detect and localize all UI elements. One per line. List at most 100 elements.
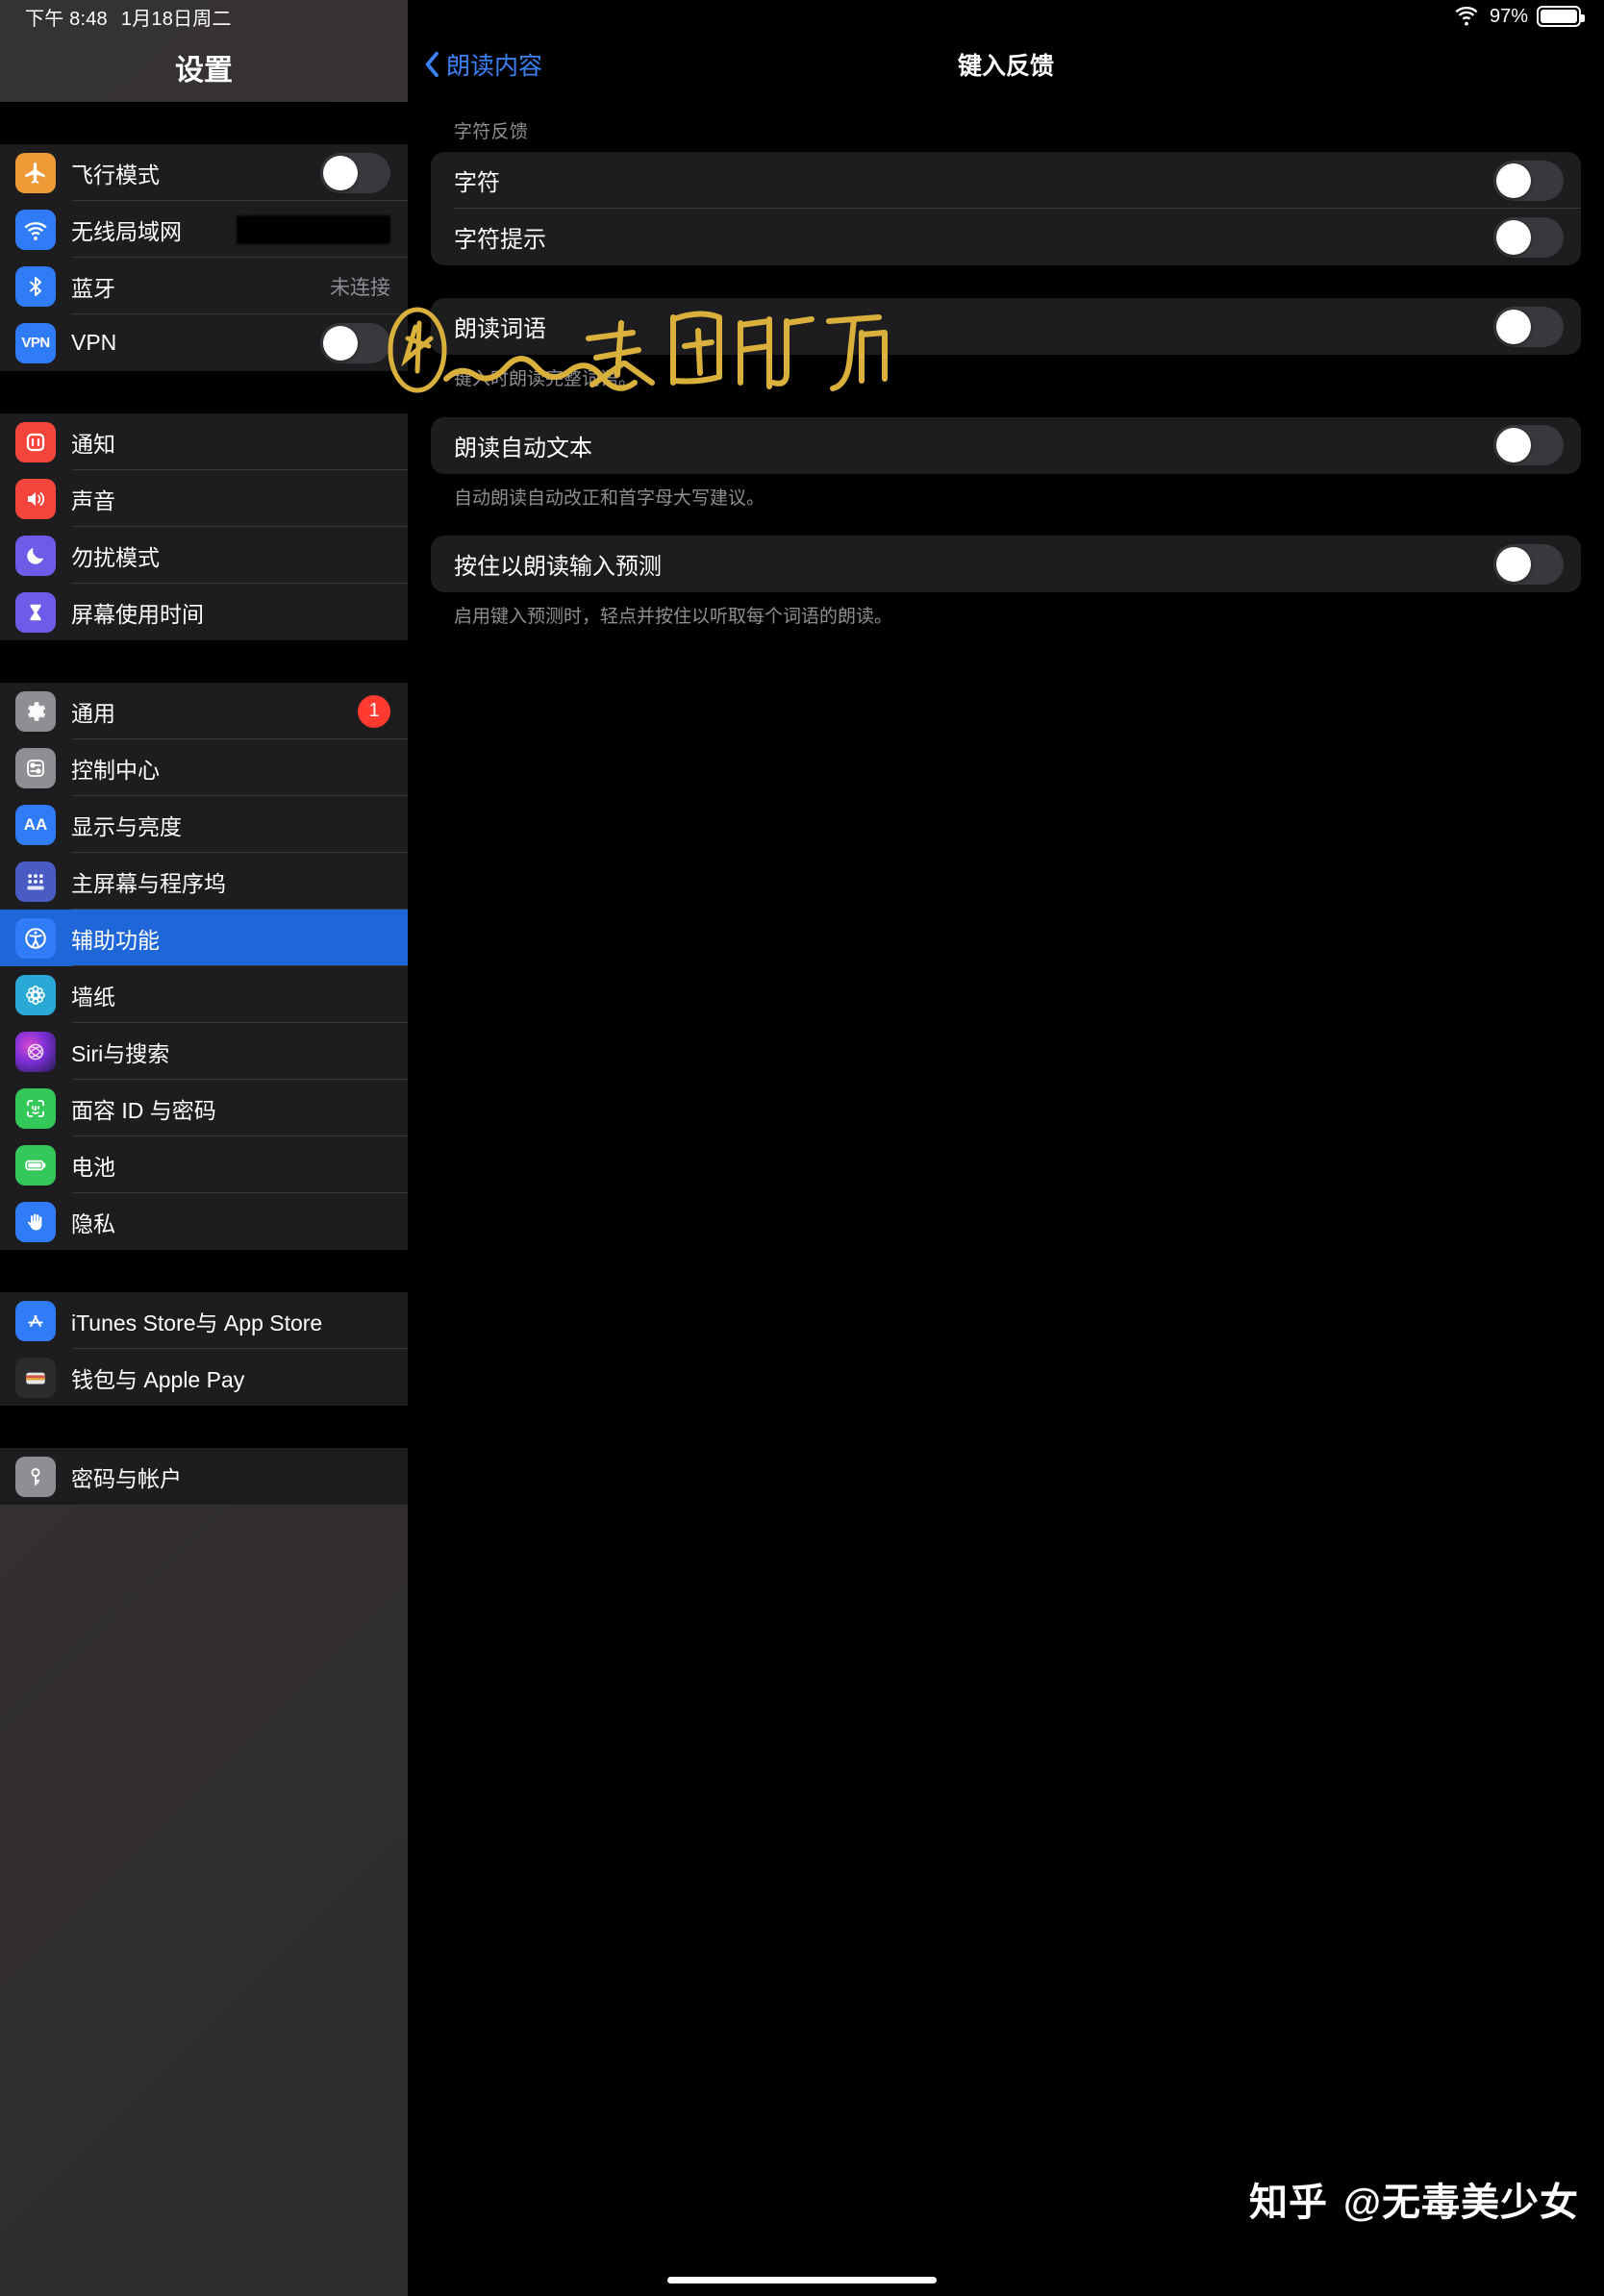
character-hints-switch[interactable] (1493, 216, 1564, 258)
sidebar-item-label: 隐私 (71, 1210, 115, 1236)
row-hold-to-speak-predictions[interactable]: 按住以朗读输入预测 (431, 536, 1581, 592)
footnote-hold-to-speak-predictions: 启用键入预测时，轻点并按住以听取每个词语的朗读。 (454, 607, 893, 628)
wifi-icon (15, 209, 56, 250)
sidebar-item-airplane-mode[interactable]: 飞行模式 (0, 144, 408, 201)
hourglass-icon (15, 591, 56, 633)
footnote-speak-auto-text: 自动朗读自动改正和首字母大写建议。 (454, 487, 765, 509)
speak-auto-text-card: 朗读自动文本 (431, 416, 1581, 474)
character-feedback-card: 字符 字符提示 (431, 152, 1581, 265)
sidebar-gap (0, 371, 408, 413)
sidebar-item-label: 密码与帐户 (71, 1465, 182, 1491)
vpn-switch[interactable] (320, 322, 390, 363)
sidebar-item-passwords-accounts[interactable]: 密码与帐户 (0, 1448, 408, 1505)
page-title: 设置 (175, 55, 233, 87)
app-store-icon (15, 1300, 56, 1341)
sidebar-item-bluetooth[interactable]: 蓝牙 未连接 (0, 258, 408, 314)
battery-percent: 97% (1489, 5, 1528, 27)
detail-status-bar: 97% (408, 0, 1604, 33)
switch-knob (1496, 219, 1531, 255)
bluetooth-icon (15, 265, 56, 307)
sidebar-item-display-brightness[interactable]: AA 显示与亮度 (0, 796, 408, 853)
switch-knob (1496, 309, 1531, 344)
row-label: 按住以朗读输入预测 (454, 554, 662, 581)
sidebar-item-sounds[interactable]: 声音 (0, 470, 408, 527)
sidebar-item-do-not-disturb[interactable]: 勿扰模式 (0, 527, 408, 584)
status-date: 1月18日周二 (120, 8, 232, 30)
sidebar-group-system: 通用 1 控制中心 AA 显示与亮度 主屏幕与程序坞 辅助功能 墙纸 Siri与… (0, 683, 408, 1250)
row-characters[interactable]: 字符 (431, 152, 1581, 209)
detail-navbar: 朗读内容 键入反馈 (408, 33, 1604, 96)
speak-words-switch[interactable] (1493, 306, 1564, 347)
airplane-icon (15, 152, 56, 193)
sidebar-item-label: 声音 (71, 487, 115, 513)
sidebar-item-battery[interactable]: 电池 (0, 1136, 408, 1193)
sidebar-item-notifications[interactable]: 通知 (0, 413, 408, 470)
row-character-hints[interactable]: 字符提示 (431, 209, 1581, 265)
battery-icon (15, 1144, 56, 1185)
sidebar-item-label: 勿扰模式 (71, 544, 160, 570)
back-button[interactable]: 朗读内容 (423, 47, 542, 82)
sidebar-item-wallpaper[interactable]: 墙纸 (0, 966, 408, 1023)
sidebar-item-face-id-passcode[interactable]: 面容 ID 与密码 (0, 1080, 408, 1136)
sidebar-item-privacy[interactable]: 隐私 (0, 1193, 408, 1250)
detail-body: 字符反馈 字符 字符提示 朗读词语 键入时朗读完整词语。 朗读自动文本 自动朗读… (408, 96, 1604, 630)
gear-icon (15, 690, 56, 732)
battery-full-icon (1537, 6, 1585, 27)
sidebar-gap (0, 1250, 408, 1292)
airplane-mode-switch[interactable] (320, 152, 390, 193)
ipad-settings-screen: 下午 8:48 1月18日周二 设置 飞行模式 无线局域网 蓝牙 未连接 VPN… (0, 0, 1604, 2296)
sidebar-item-label: 通用 (71, 700, 115, 726)
sidebar-item-screen-time[interactable]: 屏幕使用时间 (0, 584, 408, 640)
switch-knob (323, 155, 358, 190)
siri-icon (15, 1031, 56, 1072)
sound-icon (15, 478, 56, 519)
sidebar-item-wallet-apple-pay[interactable]: 钱包与 Apple Pay (0, 1349, 408, 1406)
speak-auto-text-switch[interactable] (1493, 425, 1564, 466)
sidebar-item-wifi[interactable]: 无线局域网 (0, 201, 408, 258)
home-indicator (667, 2277, 937, 2284)
sidebar-item-label: 辅助功能 (71, 927, 160, 953)
redacted-wifi-name (237, 214, 390, 244)
wallpaper-icon (15, 974, 56, 1015)
sidebar-item-label: 通知 (71, 431, 115, 457)
sidebar-group-accounts: 密码与帐户 (0, 1448, 408, 1505)
sidebar-gap (0, 1406, 408, 1448)
sidebar-item-label: 显示与亮度 (71, 813, 182, 839)
sidebar-item-home-screen-dock[interactable]: 主屏幕与程序坞 (0, 853, 408, 910)
sidebar-item-control-center[interactable]: 控制中心 (0, 739, 408, 796)
section-header-character-feedback: 字符反馈 (454, 122, 529, 142)
face-id-icon (15, 1087, 56, 1129)
row-label: 字符提示 (454, 227, 546, 253)
sidebar-item-label: 无线局域网 (71, 218, 182, 244)
battery-cap (1581, 14, 1585, 22)
sidebar-item-siri-search[interactable]: Siri与搜索 (0, 1023, 408, 1080)
notifications-icon (15, 421, 56, 462)
sidebar-group-notifications: 通知 声音 勿扰模式 屏幕使用时间 (0, 413, 408, 640)
hold-to-speak-predictions-switch[interactable] (1493, 543, 1564, 585)
watermark-logo: 知乎 (1248, 2182, 1328, 2224)
row-label: 朗读词语 (454, 316, 546, 342)
sidebar-item-label: VPN (71, 330, 117, 355)
settings-sidebar: 下午 8:48 1月18日周二 设置 飞行模式 无线局域网 蓝牙 未连接 VPN… (0, 0, 408, 2296)
row-speak-auto-text[interactable]: 朗读自动文本 (431, 417, 1581, 474)
sidebar-item-itunes-app-store[interactable]: iTunes Store与 App Store (0, 1292, 408, 1349)
row-speak-words[interactable]: 朗读词语 (431, 298, 1581, 355)
sidebar-item-accessibility[interactable]: 辅助功能 (0, 910, 408, 966)
sidebar-item-label: Siri与搜索 (71, 1040, 170, 1066)
battery-fill (1541, 10, 1577, 23)
sidebar-group-stores: iTunes Store与 App Store 钱包与 Apple Pay (0, 1292, 408, 1406)
wifi-icon (1453, 7, 1480, 26)
sidebar-item-general[interactable]: 通用 1 (0, 683, 408, 739)
wallet-icon (15, 1357, 56, 1398)
characters-switch[interactable] (1493, 160, 1564, 201)
sidebar-status-bar: 下午 8:48 1月18日周二 (0, 0, 408, 33)
detail-pane: 97% 朗读内容 键入反馈 字符反馈 字符 字符提示 朗读词语 键入时朗读完整词… (408, 0, 1604, 2296)
hold-to-speak-predictions-card: 按住以朗读输入预测 (431, 536, 1581, 593)
sidebar-item-label: 墙纸 (71, 984, 115, 1010)
status-badge: 1 (358, 694, 390, 728)
sidebar-item-vpn[interactable]: VPN VPN (0, 314, 408, 371)
control-center-icon (15, 747, 56, 788)
sidebar-item-label: 控制中心 (71, 757, 160, 783)
